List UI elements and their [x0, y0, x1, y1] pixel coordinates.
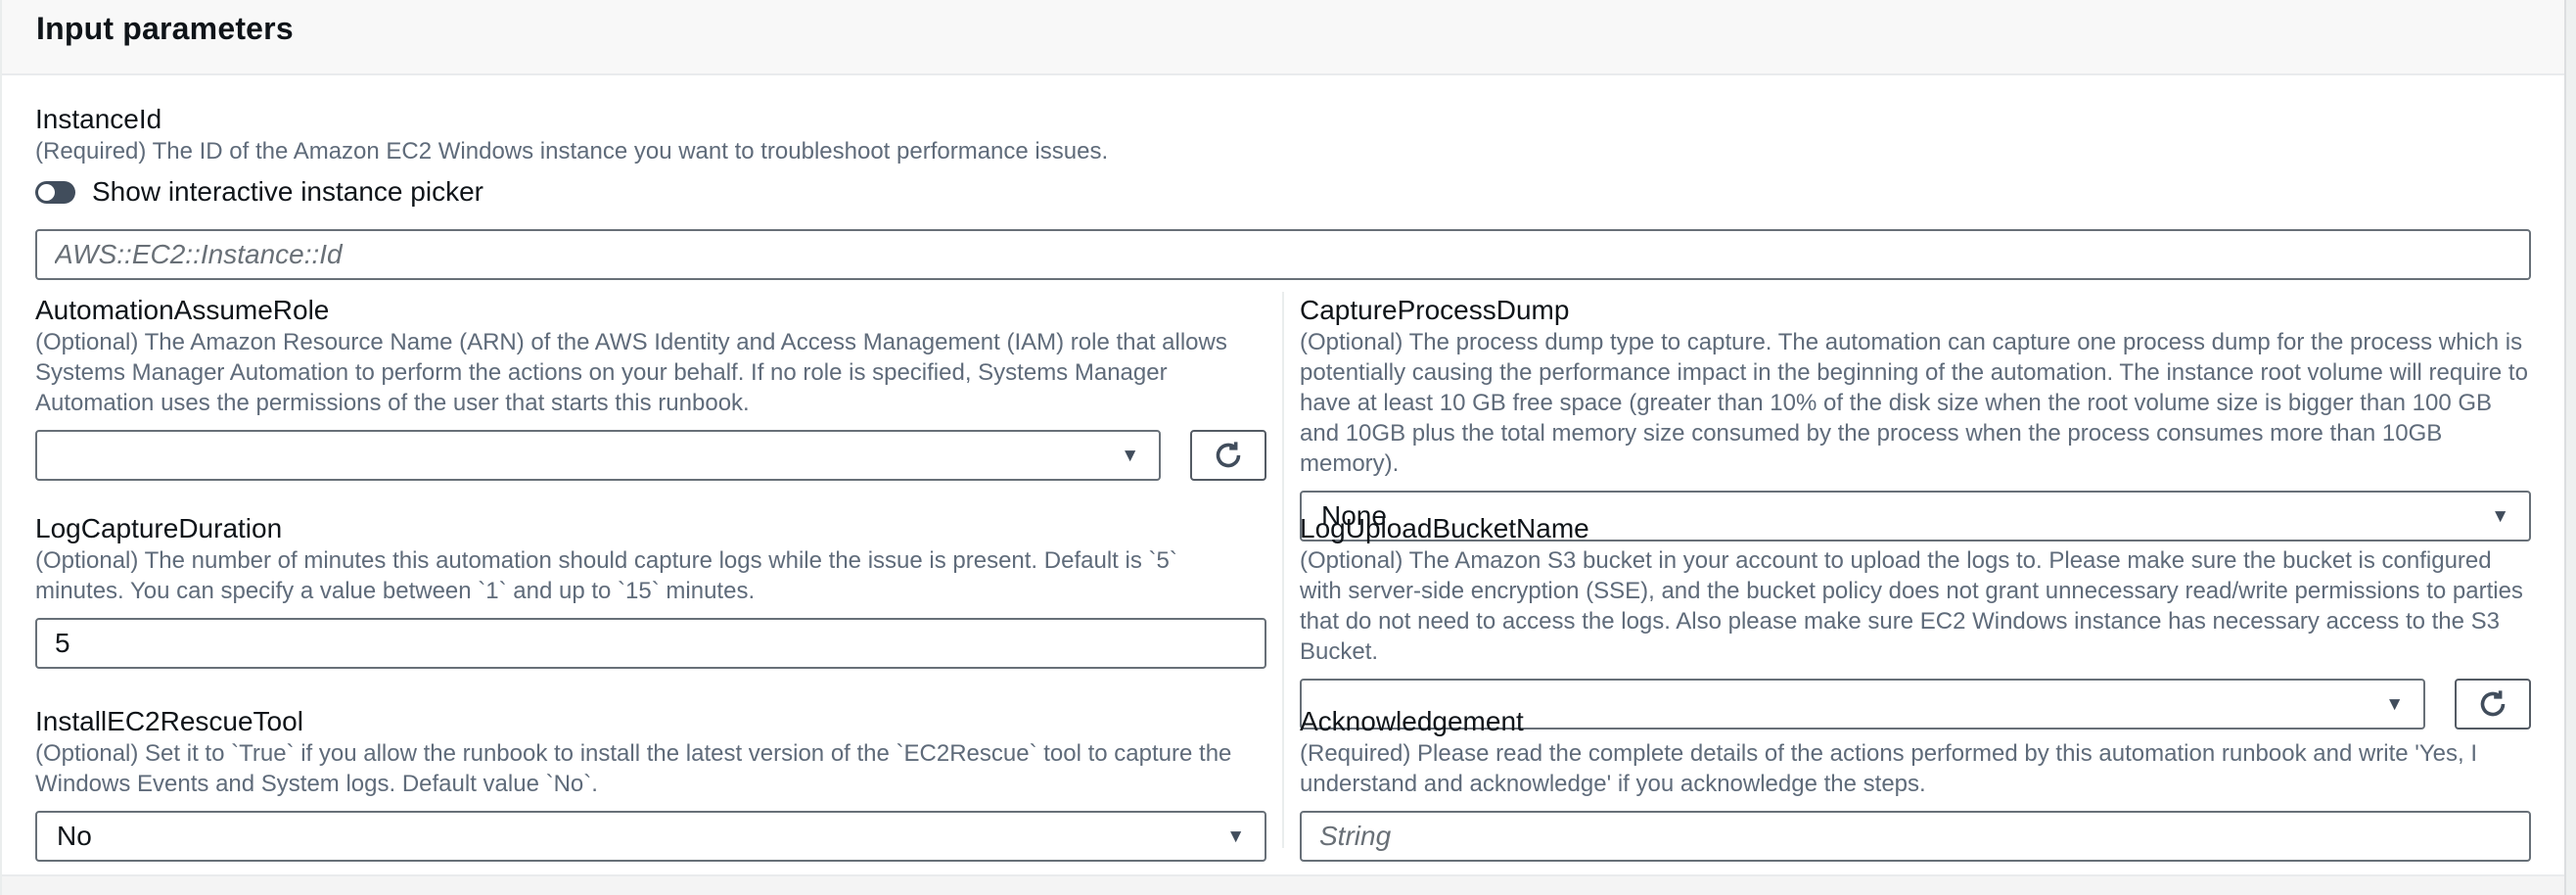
automationassumerole-select[interactable]: ▼ — [35, 430, 1161, 481]
installec2rescuetool-description: (Optional) Set it to `True` if you allow… — [35, 738, 1266, 799]
instance-picker-toggle-row: Show interactive instance picker — [35, 176, 2531, 208]
installec2rescuetool-select-value: No — [57, 821, 92, 852]
field-acknowledgement: Acknowledgement (Required) Please read t… — [1300, 707, 2531, 862]
instanceid-label: InstanceId — [35, 105, 2531, 134]
caret-down-icon: ▼ — [1226, 827, 1245, 846]
automationassumerole-description: (Optional) The Amazon Resource Name (ARN… — [35, 327, 1266, 418]
field-instanceid: InstanceId (Required) The ID of the Amaz… — [35, 105, 2531, 280]
field-captureprocessdump: CaptureProcessDump (Optional) The proces… — [1300, 296, 2531, 514]
parameter-grid: AutomationAssumeRole (Optional) The Amaz… — [35, 296, 2531, 862]
acknowledgement-label: Acknowledgement — [1300, 707, 2531, 736]
instanceid-input[interactable] — [35, 229, 2531, 280]
input-parameters-panel: Input parameters InstanceId (Required) T… — [0, 0, 2566, 895]
acknowledgement-description: (Required) Please read the complete deta… — [1300, 738, 2531, 799]
instance-picker-toggle-label: Show interactive instance picker — [92, 176, 483, 208]
automationassumerole-refresh-button[interactable] — [1190, 430, 1266, 481]
loguploadbucketname-description: (Optional) The Amazon S3 bucket in your … — [1300, 545, 2531, 667]
panel-title: Input parameters — [36, 8, 2530, 49]
loguploadbucketname-label: LogUploadBucketName — [1300, 514, 2531, 543]
logcaptureduration-label: LogCaptureDuration — [35, 514, 1266, 543]
installec2rescuetool-label: InstallEC2RescueTool — [35, 707, 1266, 736]
field-loguploadbucketname: LogUploadBucketName (Optional) The Amazo… — [1300, 514, 2531, 707]
logcaptureduration-input[interactable] — [35, 618, 1266, 669]
captureprocessdump-label: CaptureProcessDump — [1300, 296, 2531, 325]
instanceid-description: (Required) The ID of the Amazon EC2 Wind… — [35, 136, 2531, 166]
acknowledgement-input[interactable] — [1300, 811, 2531, 862]
refresh-icon — [1211, 438, 1246, 473]
panel-content: InstanceId (Required) The ID of the Amaz… — [2, 75, 2564, 874]
logcaptureduration-description: (Optional) The number of minutes this au… — [35, 545, 1266, 606]
caret-down-icon: ▼ — [1121, 447, 1139, 465]
installec2rescuetool-select[interactable]: No ▼ — [35, 811, 1266, 862]
toggle-knob-icon — [38, 184, 55, 201]
field-installec2rescuetool: InstallEC2RescueTool (Optional) Set it t… — [35, 707, 1266, 862]
captureprocessdump-description: (Optional) The process dump type to capt… — [1300, 327, 2531, 479]
show-instance-picker-toggle[interactable] — [35, 181, 75, 204]
panel-footer-strip — [2, 874, 2564, 895]
automationassumerole-label: AutomationAssumeRole — [35, 296, 1266, 325]
panel-header: Input parameters — [2, 0, 2564, 75]
field-logcaptureduration: LogCaptureDuration (Optional) The number… — [35, 514, 1266, 707]
field-automationassumerole: AutomationAssumeRole (Optional) The Amaz… — [35, 296, 1266, 514]
